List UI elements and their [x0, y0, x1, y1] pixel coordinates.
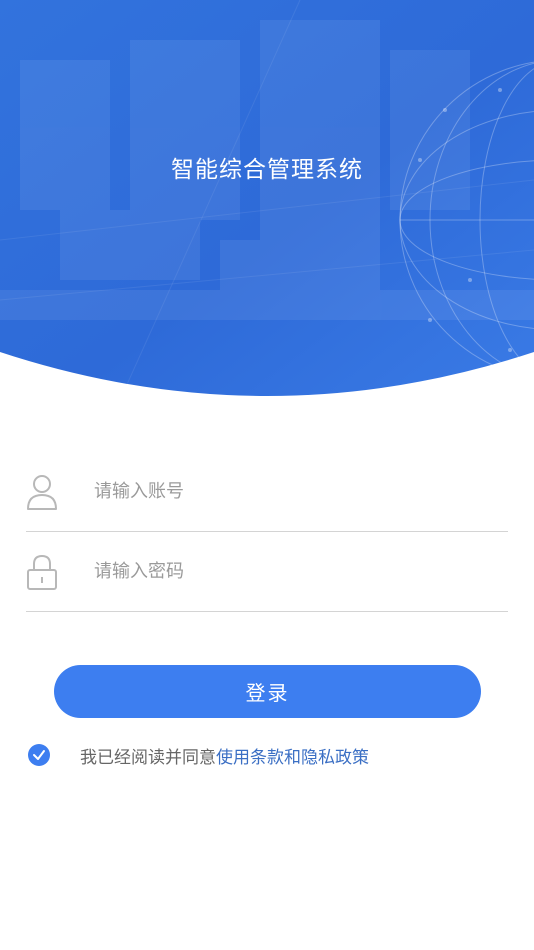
agreement-text: 我已经阅读并同意 [80, 747, 216, 768]
agreement-row: 我已经阅读并同意 使用条款和隐私政策 [28, 740, 369, 770]
login-page: 智能综合管理系统 登录 我已经阅读并同意 使用条款和隐私政策 [0, 0, 534, 950]
password-field [26, 531, 508, 612]
user-icon [26, 473, 58, 511]
app-title: 智能综合管理系统 [171, 157, 363, 183]
account-field [26, 451, 508, 532]
hero-banner: 智能综合管理系统 [0, 0, 534, 400]
login-button[interactable]: 登录 [54, 665, 481, 718]
checkmark-icon [33, 750, 45, 760]
hero-background-image [0, 0, 534, 396]
lock-icon [26, 553, 58, 591]
terms-privacy-link[interactable]: 使用条款和隐私政策 [216, 743, 369, 768]
account-input[interactable] [94, 473, 494, 509]
password-input[interactable] [94, 553, 494, 589]
agree-checkbox[interactable] [28, 744, 50, 766]
